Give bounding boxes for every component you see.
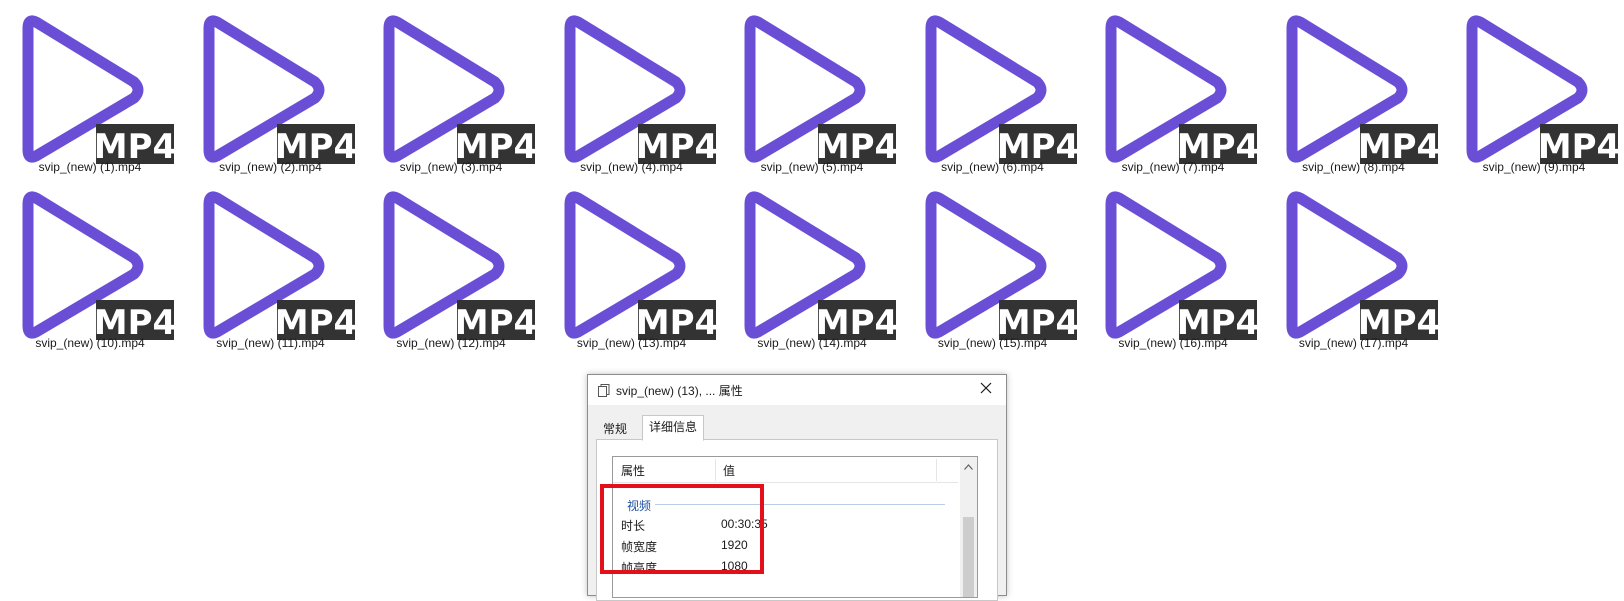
property-list[interactable]: 属性 值 视频 时长 00:30:35 帧宽度 1920 帧高度 1080 xyxy=(612,456,978,598)
property-key: 帧高度 xyxy=(621,561,658,575)
file-name: svip_(new) (7).mp4 xyxy=(1121,160,1225,174)
property-row[interactable]: 帧高度 1080 xyxy=(613,557,958,577)
column-header-value[interactable]: 值 xyxy=(723,462,735,479)
file-item[interactable]: MP4 svip_(new) (13).mp4 xyxy=(542,176,722,352)
list-header: 属性 值 xyxy=(613,457,958,483)
file-name: svip_(new) (14).mp4 xyxy=(757,336,867,350)
file-grid: MP4 svip_(new) (1).mp4 MP4 svip_(new) (2).m… xyxy=(0,0,1624,370)
play-triangle-icon: MP4 xyxy=(744,12,898,168)
play-triangle-icon: MP4 xyxy=(203,12,357,168)
file-item[interactable]: MP4 svip_(new) (7).mp4 xyxy=(1083,0,1263,176)
column-header-property[interactable]: 属性 xyxy=(621,462,645,479)
file-item[interactable]: MP4 svip_(new) (16).mp4 xyxy=(1083,176,1263,352)
play-triangle-icon: MP4 xyxy=(383,12,537,168)
file-name: svip_(new) (11).mp4 xyxy=(216,336,325,350)
document-icon xyxy=(598,384,610,397)
file-item[interactable]: MP4 svip_(new) (11).mp4 xyxy=(181,176,361,352)
file-name: svip_(new) (5).mp4 xyxy=(760,160,864,174)
close-icon xyxy=(980,381,992,399)
property-value: 00:30:35 xyxy=(721,517,768,531)
property-value: 1080 xyxy=(721,559,748,573)
tab-details[interactable]: 详细信息 xyxy=(642,415,705,441)
file-item[interactable]: MP4 svip_(new) (1).mp4 xyxy=(0,0,180,176)
details-panel: 属性 值 视频 时长 00:30:35 帧宽度 1920 帧高度 1080 xyxy=(596,439,998,601)
dialog-titlebar[interactable]: svip_(new) (13), ... 属性 xyxy=(588,375,1006,405)
scroll-up-button[interactable] xyxy=(960,457,977,474)
play-triangle-icon: MP4 xyxy=(1286,12,1440,168)
property-key: 时长 xyxy=(621,519,646,533)
play-triangle-icon: MP4 xyxy=(925,188,1079,344)
file-name: svip_(new) (3).mp4 xyxy=(399,160,503,174)
property-row[interactable]: 时长 00:30:35 xyxy=(613,515,958,535)
play-triangle-icon: MP4 xyxy=(383,188,537,344)
file-name: svip_(new) (4).mp4 xyxy=(580,160,683,174)
play-triangle-icon: MP4 xyxy=(1466,12,1620,168)
file-item[interactable]: MP4 svip_(new) (4).mp4 xyxy=(542,0,722,176)
play-triangle-icon: MP4 xyxy=(1286,188,1440,344)
dialog-title: svip_(new) (13), ... 属性 xyxy=(616,384,743,398)
vertical-scrollbar[interactable] xyxy=(960,457,977,597)
file-name: svip_(new) (16).mp4 xyxy=(1118,336,1228,350)
property-value: 1920 xyxy=(721,538,748,552)
property-key: 帧宽度 xyxy=(621,540,658,554)
file-name: svip_(new) (13).mp4 xyxy=(576,336,687,350)
file-name: svip_(new) (15).mp4 xyxy=(937,336,1048,350)
close-button[interactable] xyxy=(966,375,1006,405)
file-name: svip_(new) (12).mp4 xyxy=(396,336,506,350)
file-name: svip_(new) (6).mp4 xyxy=(941,160,1044,174)
property-row[interactable]: 帧宽度 1920 xyxy=(613,536,958,556)
group-heading-video: 视频 xyxy=(627,499,652,513)
play-triangle-icon: MP4 xyxy=(744,188,898,344)
file-item[interactable]: MP4 svip_(new) (10).mp4 xyxy=(0,176,180,352)
file-item[interactable]: MP4 svip_(new) (6).mp4 xyxy=(903,0,1083,176)
file-name: svip_(new) (2).mp4 xyxy=(219,160,322,174)
group-divider xyxy=(655,504,945,505)
play-triangle-icon: MP4 xyxy=(925,12,1079,168)
file-name: svip_(new) (10).mp4 xyxy=(35,336,145,350)
file-item[interactable]: MP4 svip_(new) (17).mp4 xyxy=(1264,176,1444,352)
play-triangle-icon: MP4 xyxy=(1105,188,1259,344)
chevron-up-icon xyxy=(964,457,973,475)
file-item[interactable]: MP4 svip_(new) (2).mp4 xyxy=(181,0,361,176)
play-triangle-icon: MP4 xyxy=(203,188,357,344)
play-triangle-icon: MP4 xyxy=(1105,12,1259,168)
properties-dialog: svip_(new) (13), ... 属性 常规 详细信息 属性 值 视频 … xyxy=(587,374,1007,601)
file-item[interactable]: MP4 svip_(new) (12).mp4 xyxy=(361,176,541,352)
play-triangle-icon: MP4 xyxy=(22,12,176,168)
file-name: svip_(new) (1).mp4 xyxy=(38,160,142,174)
file-name: svip_(new) (8).mp4 xyxy=(1302,160,1405,174)
file-name: svip_(new) (9).mp4 xyxy=(1482,160,1586,174)
file-item[interactable]: MP4 svip_(new) (5).mp4 xyxy=(722,0,902,176)
column-divider[interactable] xyxy=(715,459,716,481)
file-item[interactable]: MP4 svip_(new) (3).mp4 xyxy=(361,0,541,176)
file-item[interactable]: MP4 svip_(new) (8).mp4 xyxy=(1264,0,1444,176)
play-triangle-icon: MP4 xyxy=(564,12,718,168)
play-triangle-icon: MP4 xyxy=(564,188,718,344)
play-triangle-icon: MP4 xyxy=(22,188,176,344)
file-item[interactable]: MP4 svip_(new) (14).mp4 xyxy=(722,176,902,352)
scrollbar-thumb[interactable] xyxy=(963,517,974,597)
column-divider[interactable] xyxy=(936,459,937,481)
file-item[interactable]: MP4 svip_(new) (9).mp4 xyxy=(1444,0,1624,176)
file-name: svip_(new) (17).mp4 xyxy=(1298,336,1409,350)
file-item[interactable]: MP4 svip_(new) (15).mp4 xyxy=(903,176,1083,352)
